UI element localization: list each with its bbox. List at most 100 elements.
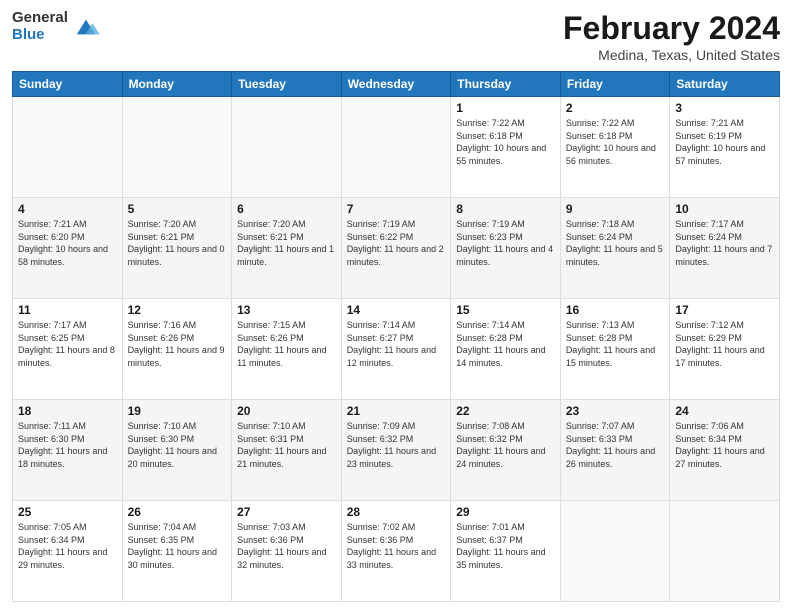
calendar-cell: 13 Sunrise: 7:15 AM Sunset: 6:26 PM Dayli… (232, 299, 342, 400)
day-info: Sunrise: 7:10 AM Sunset: 6:31 PM Dayligh… (237, 420, 336, 470)
calendar-week-3: 18Sunrise: 7:11 AM Sunset: 6:30 PM Dayli… (13, 400, 780, 501)
day-info: Sunrise: 7:10 AM Sunset: 6:30 PM Dayligh… (128, 420, 227, 470)
calendar-cell: 9 Sunrise: 7:18 AM Sunset: 6:24 PM Daylig… (560, 198, 670, 299)
day-number: 23 (566, 404, 665, 418)
calendar-cell: 10 Sunrise: 7:17 AM Sunset: 6:24 PM Dayli… (670, 198, 780, 299)
calendar-cell: 24Sunrise: 7:06 AM Sunset: 6:34 PM Dayli… (670, 400, 780, 501)
subtitle: Medina, Texas, United States (563, 47, 780, 63)
day-number: 14 (347, 303, 446, 317)
col-tuesday: Tuesday (232, 72, 342, 97)
calendar-cell: 1 Sunrise: 7:22 AM Sunset: 6:18 PM Daylig… (451, 97, 561, 198)
day-info: Sunrise: 7:13 AM Sunset: 6:28 PM Dayligh… (566, 319, 665, 369)
calendar-cell: 20 Sunrise: 7:10 AM Sunset: 6:31 PM Dayli… (232, 400, 342, 501)
logo-blue: Blue (12, 27, 45, 44)
day-number: 6 (237, 202, 336, 216)
logo: General Blue (12, 10, 100, 43)
calendar-cell: 6 Sunrise: 7:20 AM Sunset: 6:21 PM Daylig… (232, 198, 342, 299)
calendar-header-row: Sunday Monday Tuesday Wednesday Thursday… (13, 72, 780, 97)
logo-icon (72, 16, 100, 38)
day-info: Sunrise: 7:14 AM Sunset: 6:27 PM Dayligh… (347, 319, 446, 369)
calendar-cell: 27 Sunrise: 7:03 AM Sunset: 6:36 PM Dayli… (232, 501, 342, 602)
day-number: 24 (675, 404, 774, 418)
day-number: 25 (18, 505, 117, 519)
calendar-cell: 2 Sunrise: 7:22 AM Sunset: 6:18 PM Daylig… (560, 97, 670, 198)
day-number: 28 (347, 505, 446, 519)
calendar-cell: 8Sunrise: 7:19 AM Sunset: 6:23 PM Daylig… (451, 198, 561, 299)
calendar-cell (122, 97, 232, 198)
calendar-cell: 7 Sunrise: 7:19 AM Sunset: 6:22 PM Daylig… (341, 198, 451, 299)
day-number: 16 (566, 303, 665, 317)
calendar-cell: 29 Sunrise: 7:01 AM Sunset: 6:37 PM Dayli… (451, 501, 561, 602)
main-title: February 2024 (563, 10, 780, 47)
day-number: 27 (237, 505, 336, 519)
day-number: 9 (566, 202, 665, 216)
calendar-cell: 5Sunrise: 7:20 AM Sunset: 6:21 PM Daylig… (122, 198, 232, 299)
day-info: Sunrise: 7:12 AM Sunset: 6:29 PM Dayligh… (675, 319, 774, 369)
col-sunday: Sunday (13, 72, 123, 97)
calendar-cell: 11Sunrise: 7:17 AM Sunset: 6:25 PM Dayli… (13, 299, 123, 400)
day-info: Sunrise: 7:22 AM Sunset: 6:18 PM Dayligh… (456, 117, 555, 167)
day-number: 26 (128, 505, 227, 519)
calendar-cell: 17Sunrise: 7:12 AM Sunset: 6:29 PM Dayli… (670, 299, 780, 400)
day-number: 13 (237, 303, 336, 317)
day-info: Sunrise: 7:05 AM Sunset: 6:34 PM Dayligh… (18, 521, 117, 571)
calendar-cell: 26 Sunrise: 7:04 AM Sunset: 6:35 PM Dayli… (122, 501, 232, 602)
day-info: Sunrise: 7:03 AM Sunset: 6:36 PM Dayligh… (237, 521, 336, 571)
day-info: Sunrise: 7:21 AM Sunset: 6:19 PM Dayligh… (675, 117, 774, 167)
col-saturday: Saturday (670, 72, 780, 97)
day-info: Sunrise: 7:11 AM Sunset: 6:30 PM Dayligh… (18, 420, 117, 470)
day-number: 1 (456, 101, 555, 115)
col-thursday: Thursday (451, 72, 561, 97)
calendar-cell (560, 501, 670, 602)
day-number: 29 (456, 505, 555, 519)
day-info: Sunrise: 7:04 AM Sunset: 6:35 PM Dayligh… (128, 521, 227, 571)
calendar-cell (341, 97, 451, 198)
title-block: February 2024 Medina, Texas, United Stat… (563, 10, 780, 63)
day-number: 21 (347, 404, 446, 418)
day-number: 3 (675, 101, 774, 115)
calendar-cell (670, 501, 780, 602)
calendar-cell (13, 97, 123, 198)
day-info: Sunrise: 7:01 AM Sunset: 6:37 PM Dayligh… (456, 521, 555, 571)
day-number: 12 (128, 303, 227, 317)
day-number: 4 (18, 202, 117, 216)
day-info: Sunrise: 7:16 AM Sunset: 6:26 PM Dayligh… (128, 319, 227, 369)
day-info: Sunrise: 7:08 AM Sunset: 6:32 PM Dayligh… (456, 420, 555, 470)
calendar-week-0: 1 Sunrise: 7:22 AM Sunset: 6:18 PM Daylig… (13, 97, 780, 198)
calendar-cell: 21 Sunrise: 7:09 AM Sunset: 6:32 PM Dayli… (341, 400, 451, 501)
day-info: Sunrise: 7:15 AM Sunset: 6:26 PM Dayligh… (237, 319, 336, 369)
day-info: Sunrise: 7:09 AM Sunset: 6:32 PM Dayligh… (347, 420, 446, 470)
logo-general: General (12, 10, 68, 27)
calendar-week-1: 4Sunrise: 7:21 AM Sunset: 6:20 PM Daylig… (13, 198, 780, 299)
calendar-cell: 14 Sunrise: 7:14 AM Sunset: 6:27 PM Dayli… (341, 299, 451, 400)
calendar-cell: 12 Sunrise: 7:16 AM Sunset: 6:26 PM Dayli… (122, 299, 232, 400)
day-info: Sunrise: 7:20 AM Sunset: 6:21 PM Dayligh… (128, 218, 227, 268)
calendar-week-2: 11Sunrise: 7:17 AM Sunset: 6:25 PM Dayli… (13, 299, 780, 400)
calendar-cell: 4Sunrise: 7:21 AM Sunset: 6:20 PM Daylig… (13, 198, 123, 299)
day-number: 19 (128, 404, 227, 418)
calendar-cell: 16 Sunrise: 7:13 AM Sunset: 6:28 PM Dayli… (560, 299, 670, 400)
day-info: Sunrise: 7:14 AM Sunset: 6:28 PM Dayligh… (456, 319, 555, 369)
day-number: 7 (347, 202, 446, 216)
day-info: Sunrise: 7:20 AM Sunset: 6:21 PM Dayligh… (237, 218, 336, 268)
col-wednesday: Wednesday (341, 72, 451, 97)
day-info: Sunrise: 7:19 AM Sunset: 6:22 PM Dayligh… (347, 218, 446, 268)
day-number: 22 (456, 404, 555, 418)
calendar-cell: 15 Sunrise: 7:14 AM Sunset: 6:28 PM Dayli… (451, 299, 561, 400)
day-number: 2 (566, 101, 665, 115)
calendar-cell: 23Sunrise: 7:07 AM Sunset: 6:33 PM Dayli… (560, 400, 670, 501)
day-info: Sunrise: 7:18 AM Sunset: 6:24 PM Dayligh… (566, 218, 665, 268)
day-number: 11 (18, 303, 117, 317)
calendar-cell: 19 Sunrise: 7:10 AM Sunset: 6:30 PM Dayli… (122, 400, 232, 501)
calendar-week-4: 25 Sunrise: 7:05 AM Sunset: 6:34 PM Dayli… (13, 501, 780, 602)
day-number: 10 (675, 202, 774, 216)
calendar-cell: 28 Sunrise: 7:02 AM Sunset: 6:36 PM Dayli… (341, 501, 451, 602)
day-number: 20 (237, 404, 336, 418)
day-info: Sunrise: 7:02 AM Sunset: 6:36 PM Dayligh… (347, 521, 446, 571)
day-number: 15 (456, 303, 555, 317)
day-info: Sunrise: 7:22 AM Sunset: 6:18 PM Dayligh… (566, 117, 665, 167)
calendar-table: Sunday Monday Tuesday Wednesday Thursday… (12, 71, 780, 602)
day-number: 8 (456, 202, 555, 216)
day-info: Sunrise: 7:17 AM Sunset: 6:24 PM Dayligh… (675, 218, 774, 268)
header: General Blue February 2024 Medina, Texas… (12, 10, 780, 63)
